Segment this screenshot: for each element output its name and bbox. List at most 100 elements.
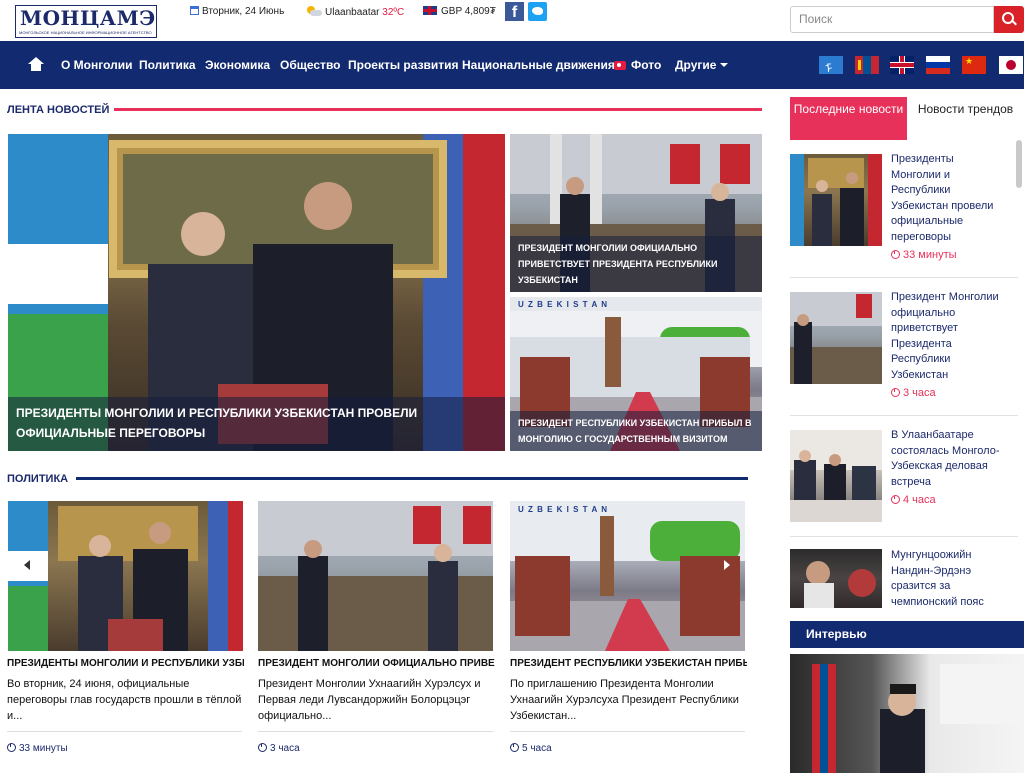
nav-economy[interactable]: Экономика (205, 58, 270, 72)
weather-temp: 32ºC (382, 7, 405, 18)
date-display: Вторник, 24 Июнь (190, 6, 284, 17)
politics-heading: ПОЛИТИКА (7, 473, 69, 485)
politics-heading-rule (76, 477, 748, 480)
lang-english-flag-icon[interactable] (890, 56, 914, 74)
camera-icon (614, 61, 626, 70)
top-right-story-caption[interactable]: ПРЕЗИДЕНТ МОНГОЛИИ ОФИЦИАЛЬНО ПРИВЕТСТВУ… (510, 236, 762, 292)
politics-card-3-time-text: 5 часа (522, 743, 552, 754)
sidebar-item-2-time: 3 часа (891, 387, 936, 399)
date-text: Вторник, 24 Июнь (202, 6, 285, 17)
bottom-right-story-caption[interactable]: ПРЕЗИДЕНТ РЕСПУБЛИКИ УЗБЕКИСТАН ПРИБЫЛ В… (510, 411, 762, 451)
lang-mongolian-script-flag-icon[interactable] (819, 56, 843, 77)
clock-icon (891, 388, 900, 397)
nav-politics[interactable]: Политика (139, 58, 196, 72)
politics-card-3-divider (510, 731, 745, 732)
politics-card-1-art (8, 501, 243, 651)
sidebar-item-4-art (804, 561, 876, 608)
sidebar-item-1-time-text: 33 минуты (903, 249, 957, 261)
politics-card-1-divider (7, 731, 242, 732)
nav-society[interactable]: Общество (280, 58, 341, 72)
nav-about-mongolia[interactable]: О Монголии (61, 58, 133, 72)
nav-national-movements[interactable]: Национальные движения (462, 58, 615, 72)
clock-icon (7, 743, 16, 752)
sidebar-scrollbar[interactable] (1016, 140, 1022, 188)
calendar-icon (190, 6, 199, 15)
gb-flag-icon (423, 6, 437, 15)
tab-latest-news[interactable]: Последние новости (790, 97, 907, 140)
weather-city: Ulaanbaatar (325, 7, 380, 18)
politics-card-3-art (510, 501, 745, 651)
caret-down-icon (720, 63, 729, 67)
nav-other-label: Другие (675, 58, 717, 72)
sidebar-item-3-art (790, 430, 882, 522)
top-bar: МОНЦАМЭ МОНГОЛЬСКОЕ НАЦИОНАЛЬНОЕ ИНФОРМА… (0, 0, 1024, 41)
politics-card-1-title[interactable]: ПРЕЗИДЕНТЫ МОНГОЛИИ И РЕСПУБЛИКИ УЗБЕКИС… (7, 658, 244, 669)
politics-card-3-photo[interactable]: U Z B E K I S T A N (510, 501, 745, 651)
politics-card-2-photo[interactable] (258, 501, 493, 651)
politics-card-2-art (258, 501, 493, 651)
politics-card-1-time-text: 33 минуты (19, 743, 68, 754)
politics-card-1-desc: Во вторник, 24 июня, официальные перегов… (7, 678, 242, 722)
politics-card-1-time: 33 минуты (7, 743, 68, 754)
currency-display: GBP 4,809₮ (423, 6, 496, 17)
lang-russian-flag-icon[interactable] (926, 56, 950, 74)
weather-display: Ulaanbaatar 32ºC (306, 6, 404, 18)
sidebar-item-1-thumb[interactable] (790, 154, 882, 246)
nav-photo[interactable]: Фото (614, 58, 661, 72)
partly-cloudy-icon (306, 6, 322, 16)
site-logo[interactable]: МОНЦАМЭ МОНГОЛЬСКОЕ НАЦИОНАЛЬНОЕ ИНФОРМА… (15, 5, 157, 38)
nav-development-projects[interactable]: Проекты развития (348, 58, 459, 72)
politics-card-2-time: 3 часа (258, 743, 300, 754)
clock-icon (510, 743, 519, 752)
sidebar-divider (790, 277, 1018, 278)
tab-trending-news[interactable]: Новости трендов (907, 97, 1024, 140)
interview-photo[interactable] (790, 654, 1024, 773)
logo-subtitle: МОНГОЛЬСКОЕ НАЦИОНАЛЬНОЕ ИНФОРМАЦИОННОЕ … (19, 30, 152, 35)
politics-card-2-divider (258, 731, 493, 732)
sidebar-divider (790, 536, 1018, 537)
clock-icon (891, 250, 900, 259)
clock-icon (891, 495, 900, 504)
sidebar-item-3-time: 4 часа (891, 494, 936, 506)
plane-livery-text: U Z B E K I S T A N (518, 300, 608, 309)
sidebar-divider (790, 415, 1018, 416)
sidebar-item-4-title[interactable]: Мунгунцоожийн Нандин-Эрдэнэ сразится за … (891, 548, 1006, 610)
lang-chinese-flag-icon[interactable] (962, 56, 986, 74)
sidebar-item-2-time-text: 3 часа (903, 387, 936, 399)
sidebar-item-2-art (790, 292, 882, 384)
carousel-next-button[interactable] (718, 553, 738, 577)
lang-mongolia-flag-icon[interactable] (855, 56, 879, 74)
top-right-story-photo[interactable]: ПРЕЗИДЕНТ МОНГОЛИИ ОФИЦИАЛЬНО ПРИВЕТСТВУ… (510, 134, 762, 292)
sidebar-item-3-thumb[interactable] (790, 430, 882, 522)
main-story-photo[interactable]: ПРЕЗИДЕНТЫ МОНГОЛИИ И РЕСПУБЛИКИ УЗБЕКИС… (8, 134, 505, 451)
sidebar-item-2-title[interactable]: Президент Монголии официально приветству… (891, 290, 1006, 383)
main-story-caption[interactable]: ПРЕЗИДЕНТЫ МОНГОЛИИ И РЕСПУБЛИКИ УЗБЕКИС… (8, 397, 505, 451)
sidebar-item-1-time: 33 минуты (891, 249, 957, 261)
interview-heading[interactable]: Интервью (790, 621, 1024, 648)
logo-text: МОНЦАМЭ (20, 6, 156, 30)
facebook-icon[interactable]: f (505, 2, 524, 21)
politics-card-3-desc: По приглашению Президента Монголии Ухнаа… (510, 678, 739, 722)
sidebar-item-3-time-text: 4 часа (903, 494, 936, 506)
twitter-icon[interactable] (528, 2, 547, 21)
sidebar-item-4-thumb[interactable] (790, 549, 882, 608)
politics-card-2-desc: Президент Монголии Ухнаагийн Хурэлсух и … (258, 678, 481, 722)
carousel-prev-button[interactable] (15, 553, 41, 577)
home-icon[interactable] (28, 57, 44, 71)
sidebar-item-1-title[interactable]: Президенты Монголии и Республики Узбекис… (891, 152, 1006, 245)
sidebar-item-2-thumb[interactable] (790, 292, 882, 384)
feed-heading: ЛЕНТА НОВОСТЕЙ (7, 104, 110, 116)
clock-icon (258, 743, 267, 752)
politics-card-1-photo[interactable] (8, 501, 243, 651)
politics-card-3-livery-text: U Z B E K I S T A N (518, 505, 608, 514)
currency-rate: GBP 4,809₮ (441, 6, 496, 17)
politics-card-2-title[interactable]: ПРЕЗИДЕНТ МОНГОЛИИ ОФИЦИАЛЬНО ПРИВЕТСТВУ… (258, 658, 495, 669)
sidebar-item-3-title[interactable]: В Улаанбаатаре состоялась Монголо-Узбекс… (891, 428, 1006, 490)
search-input[interactable]: Поиск (790, 6, 994, 33)
lang-japanese-flag-icon[interactable] (999, 56, 1023, 74)
bottom-right-story-photo[interactable]: U Z B E K I S T A N ПРЕЗИДЕНТ РЕСПУБЛИКИ… (510, 297, 762, 451)
nav-other[interactable]: Другие (675, 58, 729, 72)
politics-card-3-title[interactable]: ПРЕЗИДЕНТ РЕСПУБЛИКИ УЗБЕКИСТАН ПРИБЫЛ В… (510, 658, 747, 669)
search-button[interactable] (994, 6, 1024, 33)
interview-photo-art (812, 664, 1024, 773)
